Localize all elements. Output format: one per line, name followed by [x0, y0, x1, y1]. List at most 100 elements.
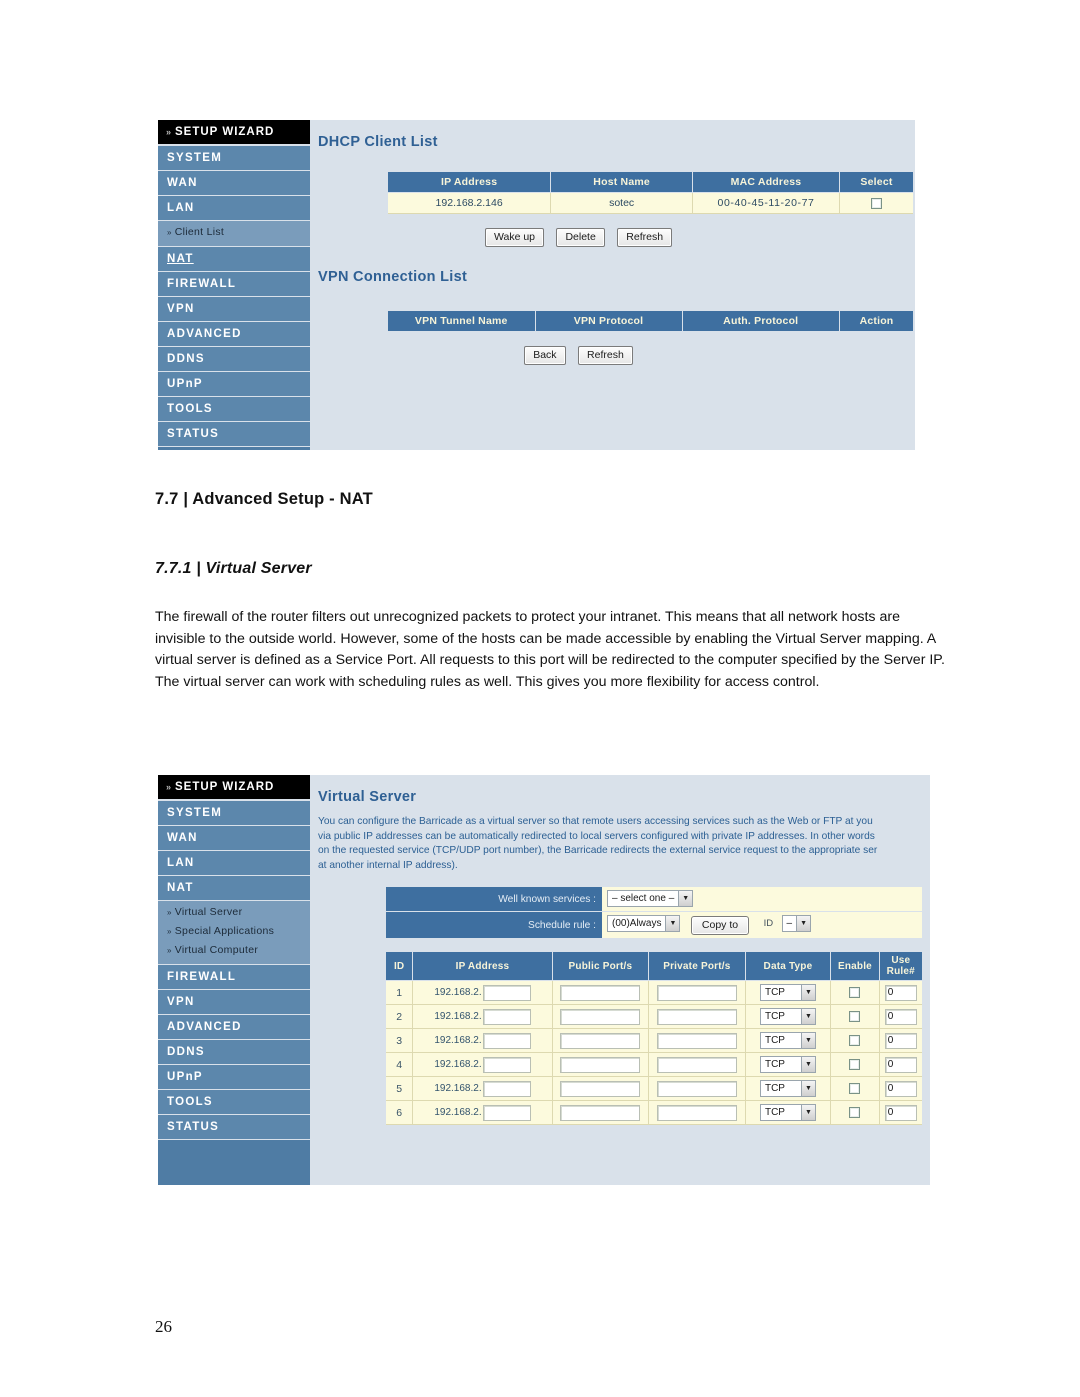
sidebar-item-system[interactable]: SYSTEM: [158, 800, 310, 826]
data-type-select[interactable]: TCP ▼: [759, 984, 816, 1001]
column-header-ip-address: IP Address: [412, 952, 553, 981]
sidebar-item-nat[interactable]: NAT: [158, 875, 310, 901]
back-button[interactable]: Back: [524, 346, 566, 365]
sidebar-item-label: Special Applications: [174, 924, 275, 937]
wake-up-button[interactable]: Wake up: [484, 228, 544, 247]
sidebar-item-lan[interactable]: LAN: [158, 195, 310, 221]
cell-host-name: sotec: [550, 192, 693, 214]
sidebar-item-status[interactable]: STATUS: [158, 1114, 310, 1140]
enable-checkbox[interactable]: [849, 1107, 861, 1119]
sidebar-item-advanced[interactable]: ADVANCED: [158, 321, 310, 347]
ip-suffix-input[interactable]: [482, 1008, 531, 1025]
private-port-input[interactable]: [656, 984, 737, 1001]
use-rule-input[interactable]: 0: [884, 1080, 917, 1097]
private-port-input[interactable]: [656, 1008, 737, 1025]
sidebar-item-status[interactable]: STATUS: [158, 421, 310, 447]
cell-public-port: [552, 1028, 650, 1053]
sidebar-item-ddns[interactable]: DDNS: [158, 1039, 310, 1065]
cell-ip-address: 192.168.2.: [412, 1076, 553, 1101]
cell-use-rule: 0: [879, 980, 922, 1005]
sidebar-item-label: UPnP: [167, 1070, 203, 1083]
enable-checkbox[interactable]: [849, 1011, 861, 1023]
cell-id: 1: [386, 980, 414, 1005]
sidebar-item-advanced[interactable]: ADVANCED: [158, 1014, 310, 1040]
public-port-input[interactable]: [560, 1008, 641, 1025]
select-value: – select one –: [612, 893, 675, 905]
private-port-input[interactable]: [656, 1104, 737, 1121]
ip-suffix-input[interactable]: [482, 1104, 531, 1121]
ip-prefix-label: 192.168.2.: [434, 1035, 482, 1046]
table-header-row: VPN Tunnel Name VPN Protocol Auth. Proto…: [388, 311, 913, 332]
sidebar-item-setup-wizard[interactable]: » SETUP WIZARD: [158, 120, 310, 144]
sidebar-item-vpn[interactable]: VPN: [158, 989, 310, 1015]
ip-suffix-input[interactable]: [482, 1056, 531, 1073]
dhcp-client-table: IP Address Host Name MAC Address Select …: [388, 172, 913, 214]
sidebar-item-nat[interactable]: NAT: [158, 246, 310, 272]
description-line-3: on the requested service (TCP/UDP port n…: [318, 845, 878, 856]
sidebar-item-virtual-computer[interactable]: » Virtual Computer: [158, 941, 310, 960]
sidebar-item-label: Client List: [174, 225, 225, 238]
chevron-down-icon: ▼: [800, 1033, 815, 1048]
private-port-input[interactable]: [656, 1056, 737, 1073]
delete-button[interactable]: Delete: [556, 228, 605, 247]
ip-suffix-input[interactable]: [482, 1032, 531, 1049]
data-type-select[interactable]: TCP ▼: [759, 1008, 816, 1025]
public-port-input[interactable]: [560, 1056, 641, 1073]
cell-data-type: TCP ▼: [745, 1004, 832, 1029]
select-value: TCP: [764, 1059, 785, 1070]
public-port-input[interactable]: [560, 984, 641, 1001]
sidebar-item-upnp[interactable]: UPnP: [158, 1064, 310, 1090]
ip-suffix-input[interactable]: [482, 1080, 531, 1097]
sidebar-item-tools[interactable]: TOOLS: [158, 1089, 310, 1115]
use-rule-input[interactable]: 0: [884, 1056, 917, 1073]
sidebar-item-vpn[interactable]: VPN: [158, 296, 310, 322]
public-port-input[interactable]: [560, 1032, 641, 1049]
use-rule-input[interactable]: 0: [884, 1008, 917, 1025]
public-port-input[interactable]: [560, 1104, 641, 1121]
column-header-data-type: Data Type: [745, 952, 832, 981]
sidebar-item-special-applications[interactable]: » Special Applications: [158, 922, 310, 941]
sidebar-item-tools[interactable]: TOOLS: [158, 396, 310, 422]
sidebar-item-upnp[interactable]: UPnP: [158, 371, 310, 397]
sidebar-item-virtual-server[interactable]: » Virtual Server: [158, 903, 310, 922]
cell-private-port: [648, 1100, 746, 1125]
sidebar-item-lan[interactable]: LAN: [158, 850, 310, 876]
use-rule-input[interactable]: 0: [884, 984, 917, 1001]
router-screenshot-dhcp: » SETUP WIZARD SYSTEM WAN LAN » Client Lis…: [158, 120, 915, 450]
use-rule-input[interactable]: 0: [884, 1104, 917, 1121]
enable-checkbox[interactable]: [849, 987, 861, 999]
sidebar-item-ddns[interactable]: DDNS: [158, 346, 310, 372]
data-type-select[interactable]: TCP ▼: [759, 1056, 816, 1073]
refresh-button[interactable]: Refresh: [617, 228, 673, 247]
private-port-input[interactable]: [656, 1032, 737, 1049]
enable-checkbox[interactable]: [849, 1059, 861, 1071]
sidebar-item-wan[interactable]: WAN: [158, 170, 310, 196]
sidebar-item-label: DDNS: [167, 1045, 205, 1058]
enable-checkbox[interactable]: [849, 1035, 861, 1047]
cell-id: 5: [386, 1076, 414, 1101]
column-header-vpn-protocol: VPN Protocol: [535, 311, 683, 332]
sidebar-item-wan[interactable]: WAN: [158, 825, 310, 851]
select-checkbox[interactable]: [871, 197, 882, 209]
sidebar-item-label: LAN: [167, 856, 195, 869]
data-type-select[interactable]: TCP ▼: [759, 1032, 816, 1049]
data-type-select[interactable]: TCP ▼: [759, 1080, 816, 1097]
enable-checkbox[interactable]: [849, 1083, 861, 1095]
schedule-rule-select[interactable]: (00)Always ▼: [607, 915, 681, 933]
ip-suffix-input[interactable]: [482, 984, 531, 1001]
refresh-button[interactable]: Refresh: [578, 346, 633, 365]
sidebar-item-label: UPnP: [167, 377, 203, 390]
well-known-services-select[interactable]: – select one – ▼: [607, 890, 694, 908]
sidebar-item-setup-wizard[interactable]: » SETUP WIZARD: [158, 775, 310, 799]
sidebar-item-system[interactable]: SYSTEM: [158, 145, 310, 171]
sidebar-item-client-list[interactable]: » Client List: [158, 223, 310, 242]
private-port-input[interactable]: [656, 1080, 737, 1097]
public-port-input[interactable]: [560, 1080, 641, 1097]
id-select[interactable]: – ▼: [781, 915, 812, 933]
column-header-select: Select: [839, 172, 913, 193]
data-type-select[interactable]: TCP ▼: [759, 1104, 816, 1121]
sidebar-item-firewall[interactable]: FIREWALL: [158, 964, 310, 990]
sidebar-item-firewall[interactable]: FIREWALL: [158, 271, 310, 297]
copy-to-button[interactable]: Copy to: [690, 916, 750, 935]
use-rule-input[interactable]: 0: [884, 1032, 917, 1049]
